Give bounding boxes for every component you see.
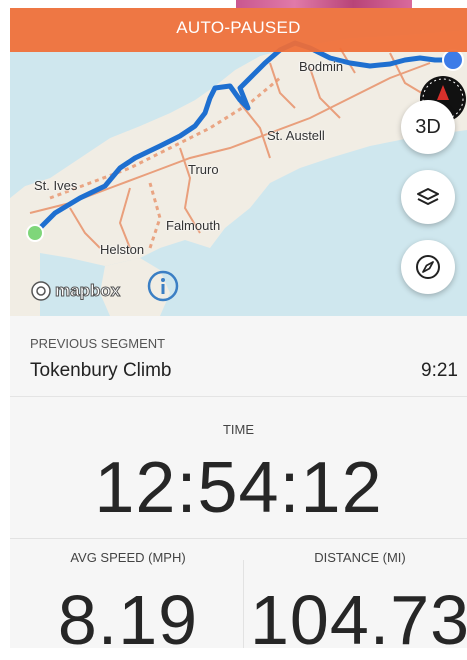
town-label-bodmin: Bodmin (299, 59, 344, 74)
town-label-st-austell: St. Austell (267, 128, 325, 143)
3d-toggle-button[interactable]: 3D (401, 100, 455, 154)
town-label-helston: Helston (100, 242, 145, 257)
start-marker (26, 224, 44, 242)
auto-paused-banner: AUTO-PAUSED (10, 8, 467, 52)
3d-label: 3D (415, 115, 441, 138)
time-label: TIME (222, 422, 255, 437)
distance-label: DISTANCE (MI) (314, 550, 406, 565)
segment-time: 9:21 (421, 360, 458, 381)
mapbox-wordmark: mapbox (54, 281, 121, 301)
recenter-compass-button[interactable] (401, 240, 455, 294)
map-layers-button[interactable] (401, 170, 455, 224)
town-label-falmouth: Falmouth (166, 218, 221, 233)
previous-segment-label: PREVIOUS SEGMENT (30, 336, 166, 351)
segment-name[interactable]: Tokenbury Climb (30, 360, 172, 382)
avg-speed-value: 8.19 (57, 581, 199, 659)
divider (10, 538, 467, 539)
elapsed-time-value: 12:54:12 (94, 448, 383, 528)
divider (10, 396, 467, 397)
info-icon[interactable] (147, 270, 179, 302)
town-label-truro: Truro (188, 162, 219, 177)
map-canvas (10, 8, 467, 316)
vertical-divider (243, 560, 244, 648)
route-map[interactable]: Bodmin St. Austell Truro St. Ives Falmou… (10, 8, 467, 316)
top-photo-strip (236, 0, 412, 8)
layers-icon (417, 188, 439, 205)
mapbox-logo[interactable]: mapbox (30, 280, 121, 302)
mapbox-icon (31, 281, 51, 301)
current-location-marker (442, 49, 464, 71)
avg-speed-label: AVG SPEED (MPH) (70, 550, 186, 565)
distance-value: 104.73 (250, 581, 467, 659)
compass-icon (416, 255, 440, 279)
town-label-st-ives: St. Ives (34, 178, 78, 193)
